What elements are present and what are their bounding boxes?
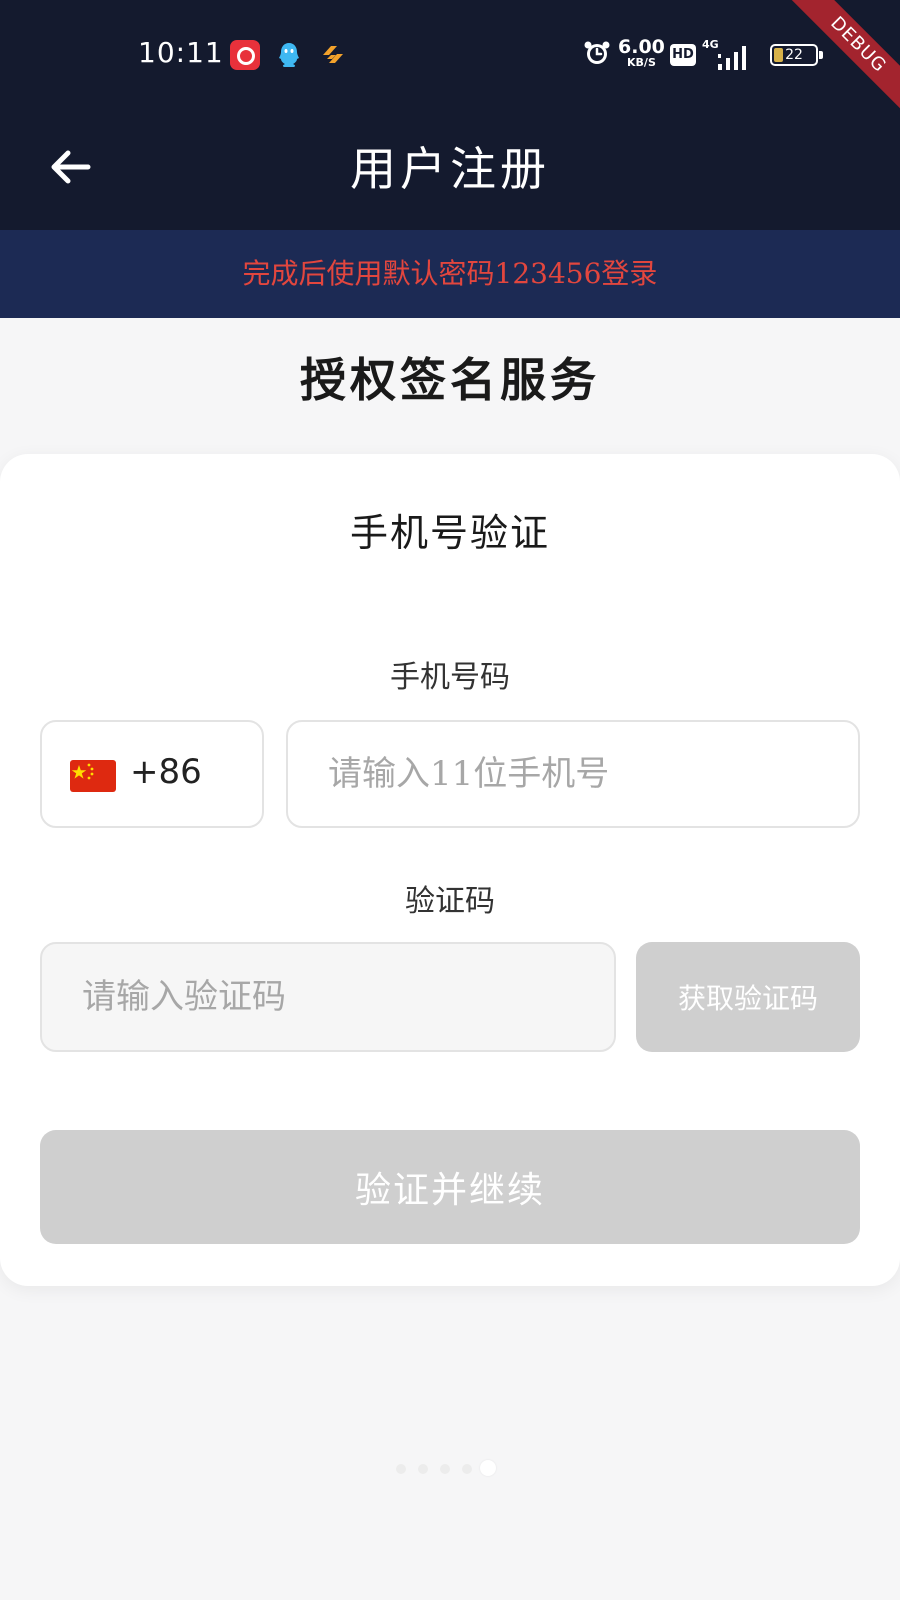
page-heading: 授权签名服务: [300, 353, 600, 407]
verification-code-input[interactable]: [40, 942, 616, 1052]
page-dot-active: [480, 1460, 496, 1476]
status-time: 10:11: [138, 36, 224, 69]
app-bar: 用户注册: [0, 115, 900, 230]
card-title: 手机号验证: [349, 511, 550, 555]
orange-app-icon: [318, 40, 348, 70]
page-dot: [462, 1464, 472, 1474]
verification-code-label: 验证码: [405, 884, 495, 919]
page-dot: [396, 1464, 406, 1474]
status-bar: 10:11 6.00 KB/S HD 4G 22 DEBUG: [0, 0, 900, 127]
hd-badge: HD: [670, 44, 696, 66]
netease-music-icon: [230, 40, 260, 70]
qq-icon: [274, 40, 304, 70]
network-type: 4G: [702, 38, 719, 51]
country-code-selector[interactable]: +86: [40, 720, 264, 828]
app-bar-title: 用户注册: [350, 142, 550, 196]
page-dot: [440, 1464, 450, 1474]
battery-icon: 22: [770, 44, 818, 66]
page-dot: [418, 1464, 428, 1474]
network-speed: 6.00 KB/S: [618, 36, 665, 69]
phone-input[interactable]: [286, 720, 860, 828]
verify-continue-button[interactable]: 验证并继续: [40, 1130, 860, 1244]
china-flag-icon: [70, 760, 116, 792]
get-code-button[interactable]: 获取验证码: [636, 942, 860, 1052]
alarm-icon: [582, 38, 612, 72]
phone-label: 手机号码: [390, 660, 510, 695]
phone-verification-card: 手机号验证 手机号码 +86 验证码 获取验证码 验证并继续: [0, 454, 900, 1286]
battery-tip: [819, 51, 823, 59]
country-code: +86: [130, 752, 202, 792]
battery-level: 22: [785, 47, 803, 63]
network-speed-unit: KB/S: [627, 56, 656, 69]
network-speed-value: 6.00: [618, 36, 665, 58]
signal-icon: [718, 44, 754, 70]
default-password-notice: 完成后使用默认密码123456登录: [0, 230, 900, 318]
